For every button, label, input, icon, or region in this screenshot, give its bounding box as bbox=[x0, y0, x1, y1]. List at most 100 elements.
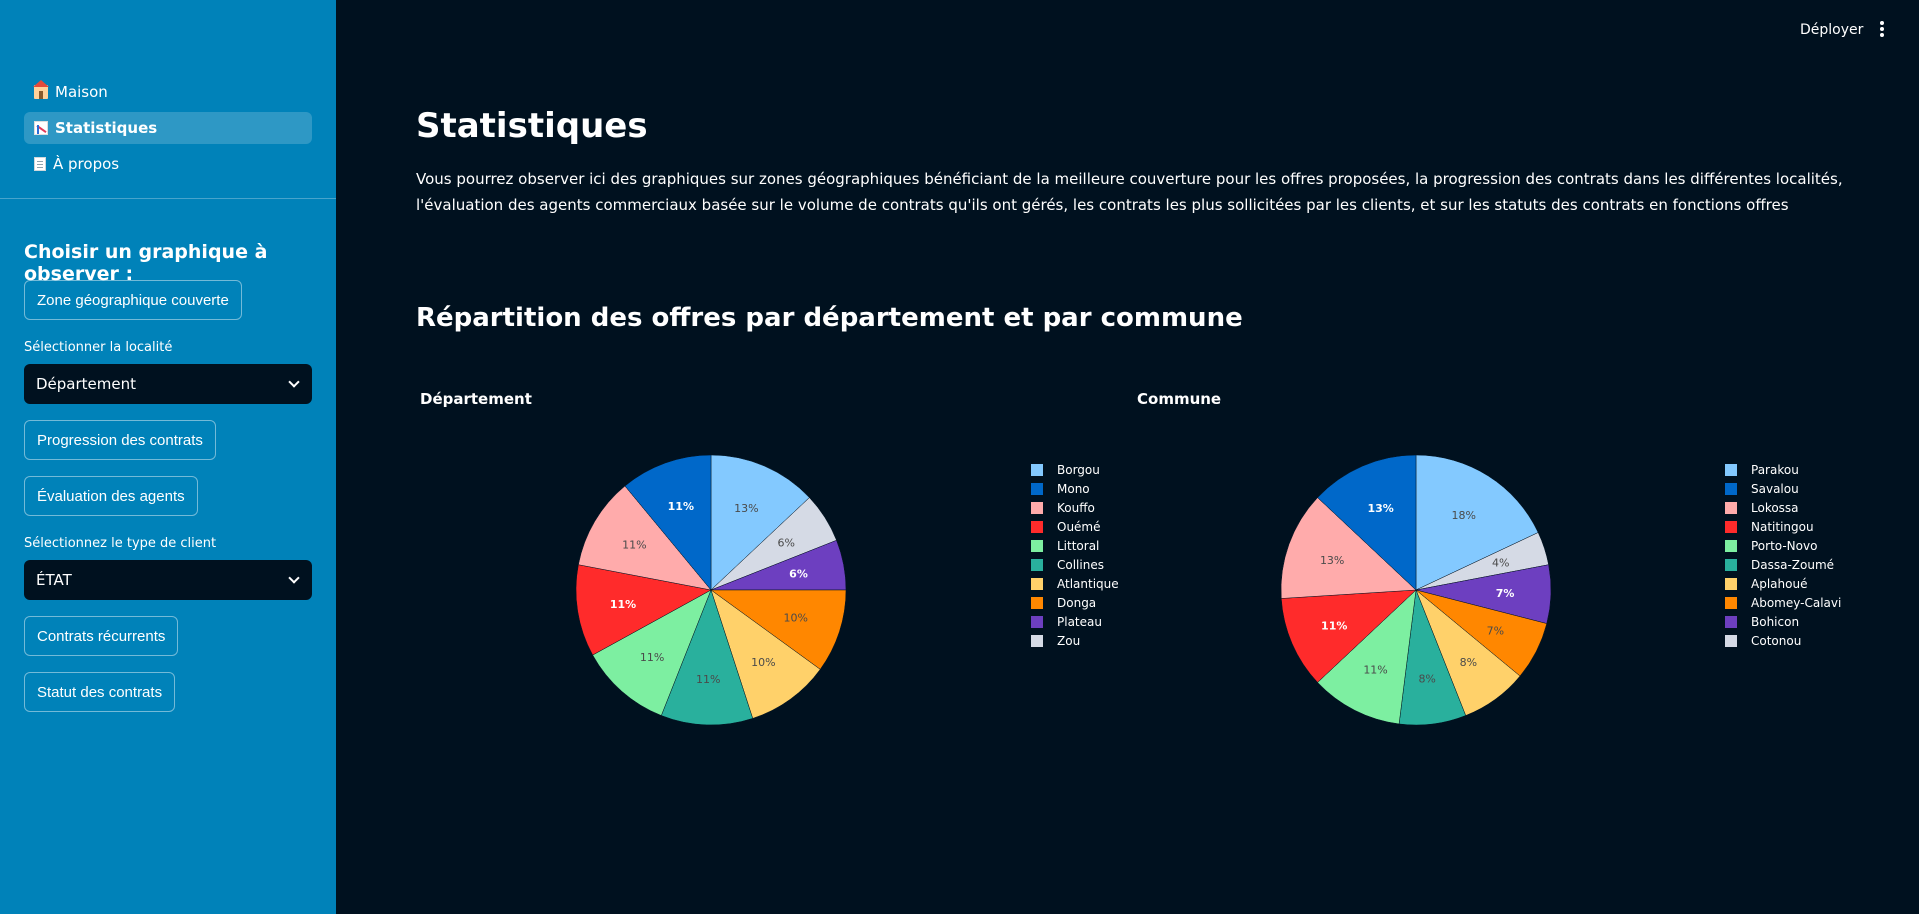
legend-label: Littoral bbox=[1057, 538, 1100, 553]
legend-swatch bbox=[1725, 577, 1737, 590]
legend-item[interactable]: Borgou bbox=[1031, 460, 1119, 479]
legend-item[interactable]: Natitingou bbox=[1725, 517, 1841, 536]
legend-swatch bbox=[1725, 596, 1737, 609]
legend-item[interactable]: Collines bbox=[1031, 555, 1119, 574]
house-icon bbox=[33, 80, 49, 99]
legend-label: Collines bbox=[1057, 557, 1104, 572]
pie-slice-label: 11% bbox=[696, 673, 720, 686]
client-type-label: Sélectionnez le type de client bbox=[24, 536, 217, 551]
chart-icon bbox=[34, 121, 48, 135]
legend-item[interactable]: Lokossa bbox=[1725, 498, 1841, 517]
legend-label: Savalou bbox=[1751, 481, 1799, 496]
nav-item-a-propos[interactable]: À propos bbox=[24, 148, 312, 180]
locality-select-value: Département bbox=[36, 375, 136, 393]
pie-slice-label: 7% bbox=[1496, 587, 1515, 600]
zone-geographique-button[interactable]: Zone géographique couverte bbox=[24, 280, 242, 320]
legend-swatch bbox=[1031, 463, 1043, 476]
legend-item[interactable]: Zou bbox=[1031, 631, 1119, 650]
legend-label: Borgou bbox=[1057, 462, 1100, 477]
legend-label: Ouémé bbox=[1057, 519, 1101, 534]
evaluation-agents-button[interactable]: Évaluation des agents bbox=[24, 476, 198, 516]
page-description: Vous pourrez observer ici des graphiques… bbox=[416, 170, 1843, 214]
legend-swatch bbox=[1031, 596, 1043, 609]
legend-item[interactable]: Bohicon bbox=[1725, 612, 1841, 631]
statut-contrats-button[interactable]: Statut des contrats bbox=[24, 672, 176, 712]
pie-slice-label: 13% bbox=[1320, 554, 1344, 567]
legend-swatch bbox=[1031, 577, 1043, 590]
pie-slice-label: 10% bbox=[784, 612, 808, 625]
legend-label: Kouffo bbox=[1057, 500, 1095, 515]
section-title: Répartition des offres par département e… bbox=[416, 303, 1243, 333]
legend-label: Porto-Novo bbox=[1751, 538, 1818, 553]
legend-swatch bbox=[1031, 482, 1043, 495]
legend-label: Natitingou bbox=[1751, 519, 1814, 534]
pie-chart-commune: 18% 4% 7% 7% 8% 8% 11% 11% 13% 13% bbox=[1280, 454, 1552, 726]
locality-label: Sélectionner la localité bbox=[24, 340, 173, 355]
contrats-recurrents-button[interactable]: Contrats récurrents bbox=[24, 616, 179, 656]
legend-item[interactable]: Aplahoué bbox=[1725, 574, 1841, 593]
pie-slice-label: 6% bbox=[778, 536, 795, 549]
pie-slice-label: 7% bbox=[1487, 624, 1504, 637]
legend-label: Lokossa bbox=[1751, 500, 1799, 515]
legend-swatch bbox=[1031, 558, 1043, 571]
pie-slice-label: 8% bbox=[1460, 656, 1477, 669]
sidebar-nav: Maison Statistiques À propos bbox=[24, 76, 312, 184]
legend-swatch bbox=[1725, 463, 1737, 476]
legend-departement: Borgou Mono Kouffo Ouémé Littoral Collines Atl… bbox=[1031, 460, 1119, 650]
chevron-down-icon bbox=[288, 572, 300, 584]
legend-item[interactable]: Porto-Novo bbox=[1725, 536, 1841, 555]
pie-slice-label: 13% bbox=[1367, 502, 1393, 515]
pie-slice-label: 13% bbox=[734, 502, 758, 515]
legend-label: Dassa-Zoumé bbox=[1751, 557, 1835, 572]
legend-swatch bbox=[1725, 501, 1737, 514]
legend-item[interactable]: Ouémé bbox=[1031, 517, 1119, 536]
pie-slice-label: 6% bbox=[789, 567, 808, 580]
chart-title-commune: Commune bbox=[1137, 390, 1222, 408]
legend-label: Bohicon bbox=[1751, 614, 1800, 629]
client-type-select[interactable]: ÉTAT bbox=[24, 560, 312, 600]
locality-select[interactable]: Département bbox=[24, 364, 312, 404]
legend-item[interactable]: Donga bbox=[1031, 593, 1119, 612]
legend-swatch bbox=[1031, 615, 1043, 628]
pie-slice-label: 10% bbox=[751, 656, 775, 669]
legend-item[interactable]: Dassa-Zoumé bbox=[1725, 555, 1841, 574]
deploy-button[interactable]: Déployer bbox=[1800, 22, 1863, 38]
legend-swatch bbox=[1725, 482, 1737, 495]
legend-item[interactable]: Mono bbox=[1031, 479, 1119, 498]
pie-slice-label: 11% bbox=[1321, 619, 1347, 632]
pie-slice-label: 11% bbox=[668, 500, 694, 513]
sidebar: Maison Statistiques À propos Choisir un … bbox=[0, 0, 336, 914]
legend-item[interactable]: Cotonou bbox=[1725, 631, 1841, 650]
legend-swatch bbox=[1031, 634, 1043, 647]
legend-label: Plateau bbox=[1057, 614, 1102, 629]
legend-item[interactable]: Parakou bbox=[1725, 460, 1841, 479]
pie-slice-label: 11% bbox=[1363, 663, 1387, 676]
pie-slice-label: 18% bbox=[1452, 509, 1476, 522]
kebab-menu-icon[interactable] bbox=[1875, 21, 1889, 39]
legend-swatch bbox=[1031, 501, 1043, 514]
client-type-select-value: ÉTAT bbox=[36, 571, 72, 589]
legend-label: Donga bbox=[1057, 595, 1097, 610]
legend-item[interactable]: Plateau bbox=[1031, 612, 1119, 631]
pie-slice-label: 4% bbox=[1492, 556, 1509, 569]
legend-item[interactable]: Littoral bbox=[1031, 536, 1119, 555]
pie-slice-label: 8% bbox=[1418, 672, 1435, 685]
legend-swatch bbox=[1725, 539, 1737, 552]
sidebar-divider bbox=[0, 198, 336, 199]
chart-title-departement: Département bbox=[420, 390, 532, 408]
legend-item[interactable]: Abomey-Calavi bbox=[1725, 593, 1841, 612]
legend-label: Parakou bbox=[1751, 462, 1799, 477]
nav-item-statistiques[interactable]: Statistiques bbox=[24, 112, 312, 144]
pie-slice-label: 11% bbox=[640, 651, 664, 664]
pie-chart-departement: 13% 6% 6% 10% 10% 11% 11% 11% 11% 11% bbox=[575, 454, 847, 726]
document-icon bbox=[34, 157, 46, 171]
nav-item-maison[interactable]: Maison bbox=[24, 76, 312, 108]
legend-item[interactable]: Atlantique bbox=[1031, 574, 1119, 593]
legend-swatch bbox=[1725, 634, 1737, 647]
legend-label: Zou bbox=[1057, 633, 1081, 648]
legend-swatch bbox=[1725, 615, 1737, 628]
legend-item[interactable]: Kouffo bbox=[1031, 498, 1119, 517]
legend-item[interactable]: Savalou bbox=[1725, 479, 1841, 498]
legend-label: Atlantique bbox=[1057, 576, 1119, 591]
progression-contrats-button[interactable]: Progression des contrats bbox=[24, 420, 216, 460]
